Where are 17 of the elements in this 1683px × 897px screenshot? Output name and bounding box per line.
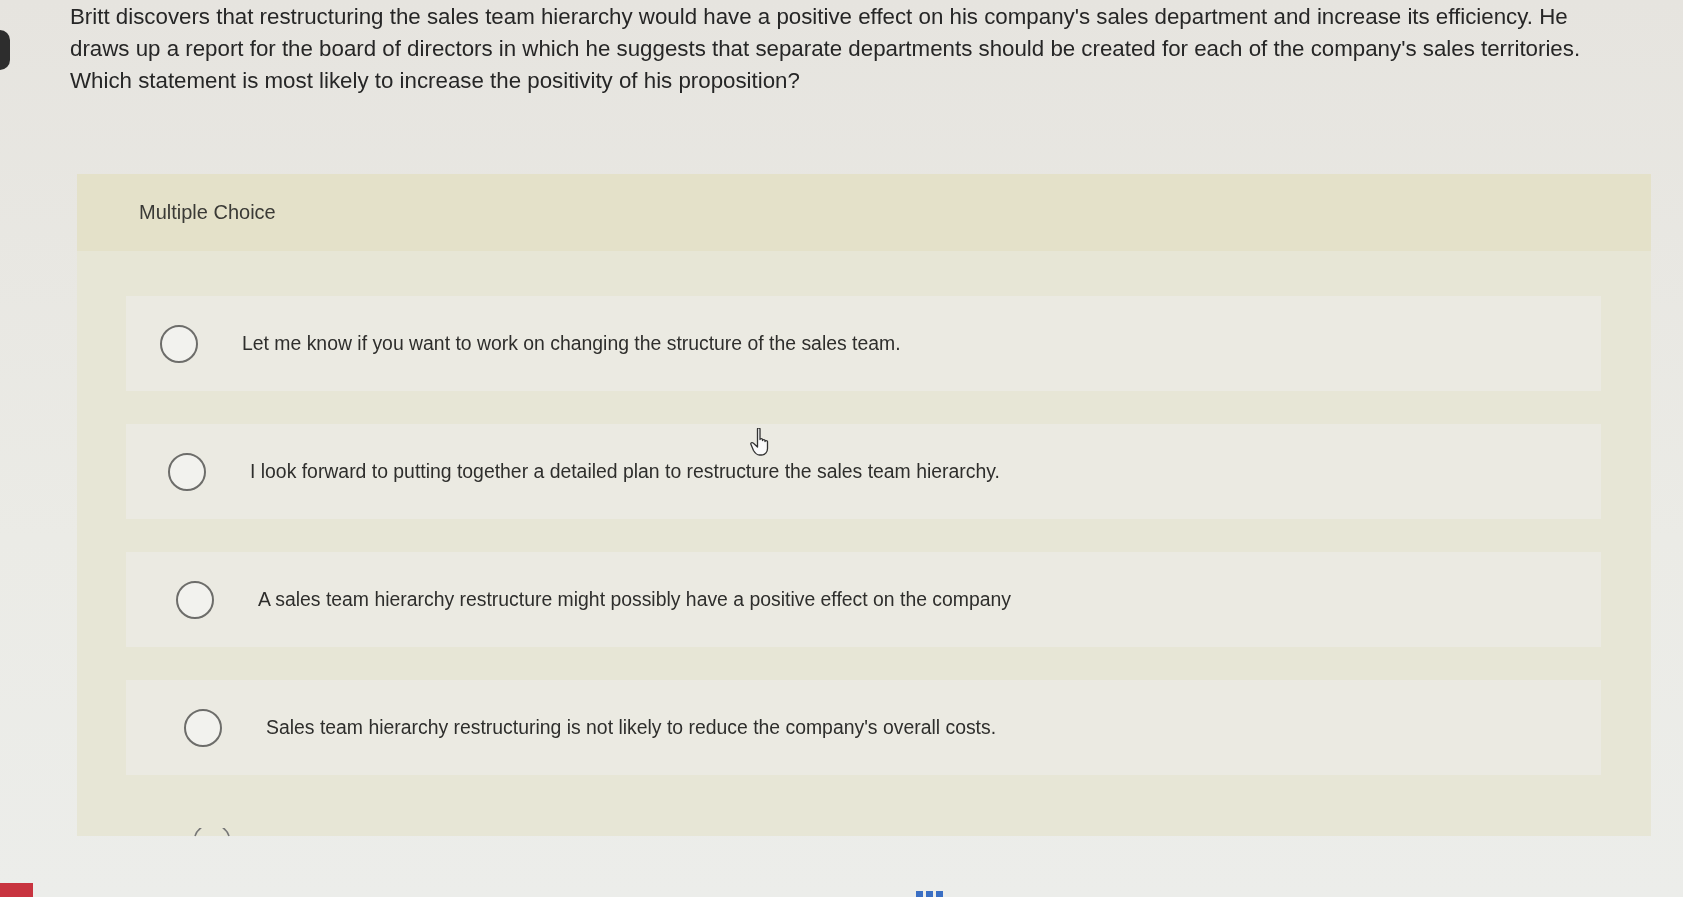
answer-option[interactable]: A sales team hierarchy restructure might possibly have a positive effect on the company: [126, 552, 1601, 647]
edge-tab-icon: [0, 30, 10, 70]
radio-button[interactable]: [176, 580, 214, 619]
radio-button[interactable]: [168, 452, 206, 491]
radio-button[interactable]: [160, 324, 198, 363]
dots-icon: [916, 891, 944, 897]
option-text: A sales team hierarchy restructure might possibly have a positive effect on the company: [258, 588, 1012, 611]
radio-button[interactable]: [184, 708, 222, 747]
answer-option[interactable]: I look forward to putting together a detailed plan to restructure the sales team hierarchy.: [126, 424, 1601, 519]
option-text: Sales team hierarchy restructuring is not likely to reduce the company's overall costs.: [266, 716, 997, 739]
question-text: Britt discovers that restructuring the sales team hierarchy would have a positive effect on his company's sales department and increase its efficiency. He draws up a report for the board of directors in which he suggests that separate departments should be created for each of the company's sales territories. Which statement is most likely to increase the positivity of his proposition?: [70, 3, 1582, 95]
option-text: Let me know if you want to work on changing the structure of the sales team.: [242, 332, 901, 355]
answer-option[interactable]: Sales team hierarchy restructuring is not likely to reduce the company's overall costs.: [126, 680, 1601, 775]
corner-tab-icon: [0, 883, 33, 897]
question-type-label: Multiple Choice: [139, 201, 276, 224]
answer-option[interactable]: Let me know if you want to work on changing the structure of the sales team.: [126, 296, 1601, 391]
option-text: I look forward to putting together a detailed plan to restructure the sales team hierarchy.: [250, 460, 1000, 483]
